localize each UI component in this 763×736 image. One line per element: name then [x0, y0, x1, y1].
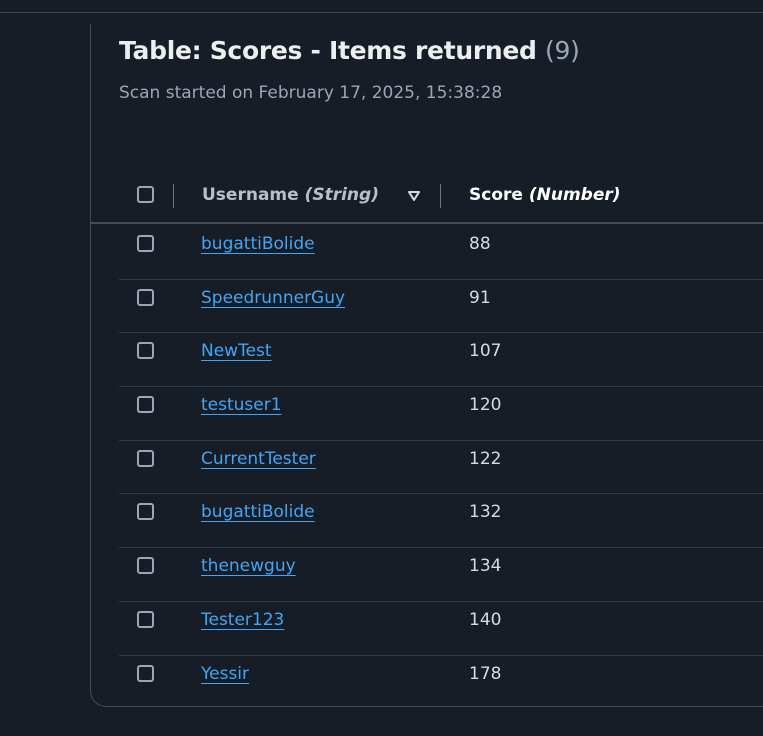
- username-link[interactable]: testuser1: [201, 395, 282, 415]
- username-link[interactable]: thenewguy: [201, 556, 296, 576]
- username-link[interactable]: SpeedrunnerGuy: [201, 288, 345, 308]
- score-value: 122: [469, 448, 502, 469]
- column-divider[interactable]: [173, 184, 174, 208]
- row-checkbox[interactable]: [137, 449, 154, 467]
- score-value: 120: [469, 395, 502, 416]
- row-checkbox[interactable]: [137, 396, 154, 414]
- title-text: Table: Scores - Items returned: [119, 36, 537, 65]
- score-value: 178: [469, 663, 502, 684]
- column-name: Username: [202, 185, 299, 205]
- username-link[interactable]: bugattiBolide: [201, 502, 315, 522]
- page-title: Table: Scores - Items returned (9): [119, 36, 580, 65]
- column-type: (String): [304, 185, 379, 205]
- row-checkbox[interactable]: [137, 342, 154, 360]
- score-value: 107: [469, 341, 502, 362]
- row-checkbox[interactable]: [137, 610, 154, 628]
- scan-results-panel: Table: Scores - Items returned (9) Scan …: [90, 24, 763, 707]
- table-row: thenewguy 134: [119, 548, 763, 602]
- username-link[interactable]: Tester123: [201, 610, 284, 630]
- row-checkbox[interactable]: [137, 235, 154, 252]
- column-divider[interactable]: [440, 184, 441, 208]
- row-checkbox[interactable]: [137, 503, 154, 521]
- table-row: SpeedrunnerGuy 91: [119, 280, 763, 334]
- table-row: Tester123 140: [119, 602, 763, 656]
- score-value: 134: [469, 556, 502, 577]
- row-checkbox[interactable]: [137, 288, 154, 306]
- table-row: CurrentTester 122: [119, 441, 763, 495]
- score-value: 132: [469, 502, 502, 523]
- table-row: NewTest 107: [119, 333, 763, 388]
- sort-descending-icon[interactable]: [407, 189, 421, 203]
- username-link[interactable]: bugattiBolide: [201, 234, 315, 254]
- top-divider: [0, 12, 763, 13]
- column-name: Score: [469, 185, 523, 205]
- username-link[interactable]: NewTest: [201, 341, 272, 361]
- column-header-score[interactable]: Score (Number): [469, 185, 621, 205]
- table-row: Yessir 178: [119, 656, 763, 710]
- table-row: testuser1 120: [119, 387, 763, 441]
- table-row: bugattiBolide 88: [119, 226, 763, 280]
- items-count: (9): [545, 36, 580, 65]
- column-header-username[interactable]: Username (String): [202, 185, 379, 205]
- username-link[interactable]: Yessir: [201, 664, 249, 684]
- row-checkbox[interactable]: [137, 664, 154, 682]
- score-value: 91: [469, 287, 491, 308]
- scan-timestamp: Scan started on February 17, 2025, 15:38…: [119, 83, 503, 103]
- table-header: Username (String) Score (Number): [91, 172, 763, 224]
- row-checkbox[interactable]: [137, 557, 154, 575]
- score-value: 140: [469, 609, 502, 630]
- score-value: 88: [469, 234, 491, 254]
- column-type: (Number): [528, 185, 621, 205]
- table-body: bugattiBolide 88 SpeedrunnerGuy 91 NewTe…: [119, 226, 763, 709]
- select-all-checkbox[interactable]: [137, 186, 154, 203]
- table-row: bugattiBolide 132: [119, 494, 763, 549]
- username-link[interactable]: CurrentTester: [201, 449, 316, 469]
